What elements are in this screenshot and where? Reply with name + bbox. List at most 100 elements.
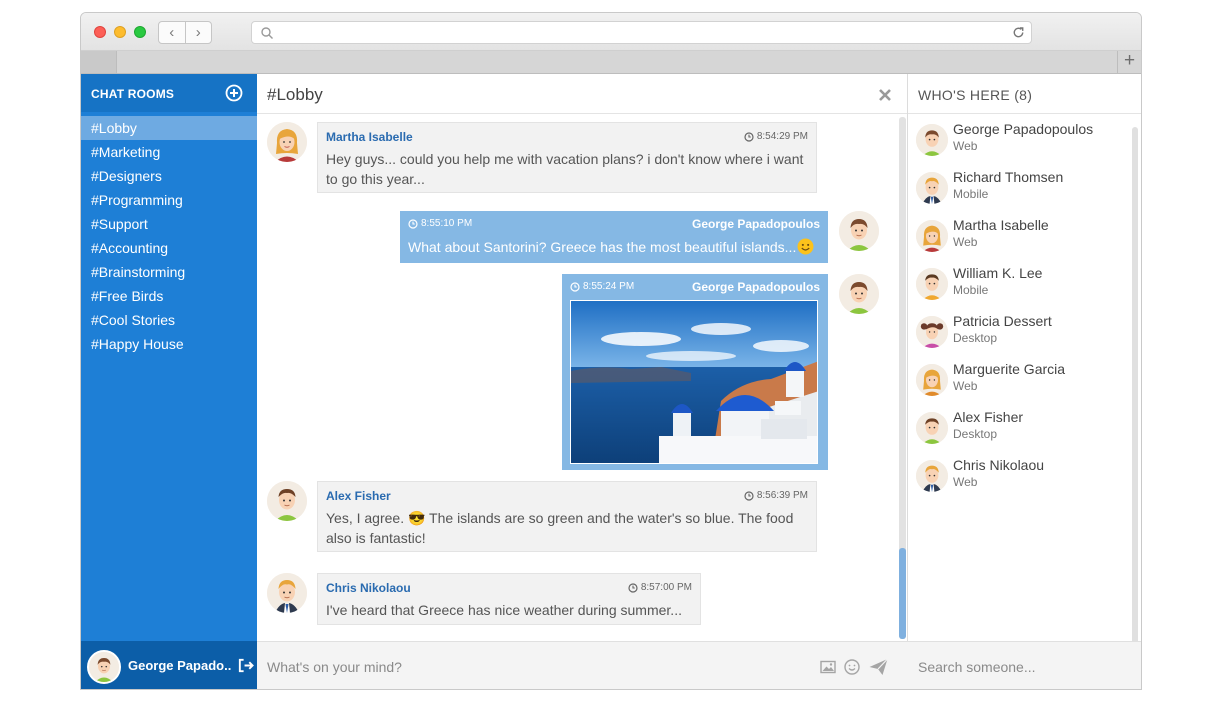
maximize-window-button[interactable] (134, 26, 146, 38)
emoji-icon[interactable] (843, 658, 861, 676)
search-icon (261, 27, 273, 39)
message-author[interactable]: Chris Nikolaou (326, 581, 411, 595)
clock-icon (744, 490, 754, 501)
logout-icon[interactable] (237, 657, 254, 674)
user-list-item[interactable]: Marguerite Garcia Web (908, 358, 1131, 406)
message-author[interactable]: Alex Fisher (326, 489, 391, 503)
whos-here-header: WHO'S HERE (8) (908, 74, 1141, 114)
santorini-photo[interactable] (570, 300, 818, 464)
chat-header: #Lobby (257, 74, 907, 114)
room-item-programming[interactable]: #Programming (81, 188, 257, 212)
new-tab-button[interactable]: + (1117, 51, 1141, 73)
message-text: Yes, I agree. 😎 The islands are so green… (326, 510, 794, 546)
user-list-item[interactable]: George Papadopoulos Web (908, 118, 1131, 166)
female-avatar-icon (916, 316, 948, 348)
user-name: Marguerite Garcia (953, 361, 1066, 377)
whos-here-panel: WHO'S HERE (8) George Papadopoulos Web R… (908, 74, 1141, 689)
tab-bar: + (81, 51, 1141, 74)
user-name: Martha Isabelle (953, 217, 1049, 233)
user-list-item[interactable]: Richard Thomsen Mobile (908, 166, 1131, 214)
image-icon[interactable] (819, 658, 837, 676)
chat-room-title: #Lobby (267, 85, 323, 104)
message-timestamp: 8:56:39 PM (744, 490, 808, 501)
chat-scrollbar-thumb[interactable] (899, 548, 906, 639)
current-user-name: George Papado... (128, 658, 232, 673)
room-item-accounting[interactable]: #Accounting (81, 236, 257, 260)
message-composer (257, 641, 908, 689)
user-name: William K. Lee (953, 265, 1043, 281)
user-name: Richard Thomsen (953, 169, 1064, 185)
message-timestamp: 8:55:24 PM (570, 281, 634, 292)
user-device: Mobile (953, 187, 989, 201)
male-avatar-icon[interactable] (839, 211, 879, 251)
message-bubble: Alex Fisher 8:56:39 PM Yes, I agree. 😎 T… (317, 481, 817, 552)
user-list-item[interactable]: William K. Lee Mobile (908, 262, 1131, 310)
user-search-input[interactable] (918, 657, 1128, 677)
browser-window: ‹ › + CHAT ROOMS #Lobby #Marketing #Desi… (80, 12, 1142, 690)
chat-panel: #Lobby Martha Isabelle 8:54:29 PM Hey gu… (257, 74, 908, 689)
message-author[interactable]: George Papadopoulos (692, 280, 820, 294)
user-search-box (908, 641, 1141, 689)
reload-icon[interactable] (1011, 25, 1026, 40)
current-user-avatar[interactable] (87, 650, 121, 684)
message-timestamp: 8:54:29 PM (744, 131, 808, 142)
message-bubble: Chris Nikolaou 8:57:00 PM I've heard tha… (317, 573, 701, 625)
user-list-item[interactable]: Martha Isabelle Web (908, 214, 1131, 262)
room-item-support[interactable]: #Support (81, 212, 257, 236)
message-author[interactable]: Martha Isabelle (326, 130, 413, 144)
room-item-cool-stories[interactable]: #Cool Stories (81, 308, 257, 332)
smile-emoji-icon (797, 238, 814, 255)
male-avatar-icon[interactable] (267, 481, 307, 521)
male-avatar-icon (89, 652, 119, 682)
message-text: Hey guys... could you help me with vacat… (326, 151, 804, 187)
room-item-free-birds[interactable]: #Free Birds (81, 284, 257, 308)
landscape-image (571, 301, 817, 463)
user-device: Web (953, 235, 978, 249)
room-item-happy-house[interactable]: #Happy House (81, 332, 257, 356)
male-avatar-icon[interactable] (839, 274, 879, 314)
user-device: Web (953, 475, 978, 489)
user-name: Chris Nikolaou (953, 457, 1045, 473)
add-room-icon[interactable] (225, 84, 243, 102)
forward-button[interactable]: › (184, 22, 212, 43)
user-list-item[interactable]: Chris Nikolaou Web (908, 454, 1131, 502)
send-icon[interactable] (868, 658, 889, 676)
room-item-marketing[interactable]: #Marketing (81, 140, 257, 164)
history-nav: ‹ › (158, 21, 212, 44)
close-window-button[interactable] (94, 26, 106, 38)
user-device: Desktop (953, 331, 998, 345)
message-timestamp: 8:55:10 PM (408, 218, 472, 229)
message-time: 8:56:39 PM (756, 490, 808, 501)
message-time: 8:55:10 PM (421, 218, 473, 229)
message-text: I've heard that Greece has nice weather … (326, 602, 682, 618)
male-avatar-icon (916, 172, 948, 204)
users-scrollbar[interactable] (1132, 127, 1138, 649)
room-item-lobby[interactable]: #Lobby (81, 116, 257, 140)
message-time: 8:55:24 PM (583, 281, 635, 292)
close-icon[interactable] (878, 88, 892, 102)
message-input[interactable] (267, 657, 807, 677)
online-users-list: George Papadopoulos Web Richard Thomsen … (908, 118, 1131, 502)
male-avatar-icon[interactable] (267, 573, 307, 613)
clock-icon (628, 582, 638, 593)
user-name: George Papadopoulos (953, 121, 1094, 137)
user-list-item[interactable]: Alex Fisher Desktop (908, 406, 1131, 454)
room-item-brainstorming[interactable]: #Brainstorming (81, 260, 257, 284)
user-list-item[interactable]: Patricia Dessert Desktop (908, 310, 1131, 358)
message-timestamp: 8:57:00 PM (628, 582, 692, 593)
whos-here-title: WHO'S HERE (8) (918, 87, 1033, 103)
message-time: 8:54:29 PM (756, 131, 808, 142)
sidebar-title: CHAT ROOMS (91, 87, 175, 101)
minimize-window-button[interactable] (114, 26, 126, 38)
back-button[interactable]: ‹ (159, 22, 185, 43)
message-author[interactable]: George Papadopoulos (692, 217, 820, 231)
room-item-designers[interactable]: #Designers (81, 164, 257, 188)
address-bar[interactable] (251, 21, 1032, 44)
male-avatar-icon (916, 412, 948, 444)
clock-icon (408, 218, 418, 229)
message-text: What about Santorini? Greece has the mos… (408, 237, 828, 257)
own-image-message: 8:55:24 PM George Papadopoulos (562, 274, 828, 470)
female-avatar-icon[interactable] (267, 122, 307, 162)
browser-titlebar: ‹ › (81, 13, 1141, 51)
message-list: Martha Isabelle 8:54:29 PM Hey guys... c… (257, 115, 908, 641)
